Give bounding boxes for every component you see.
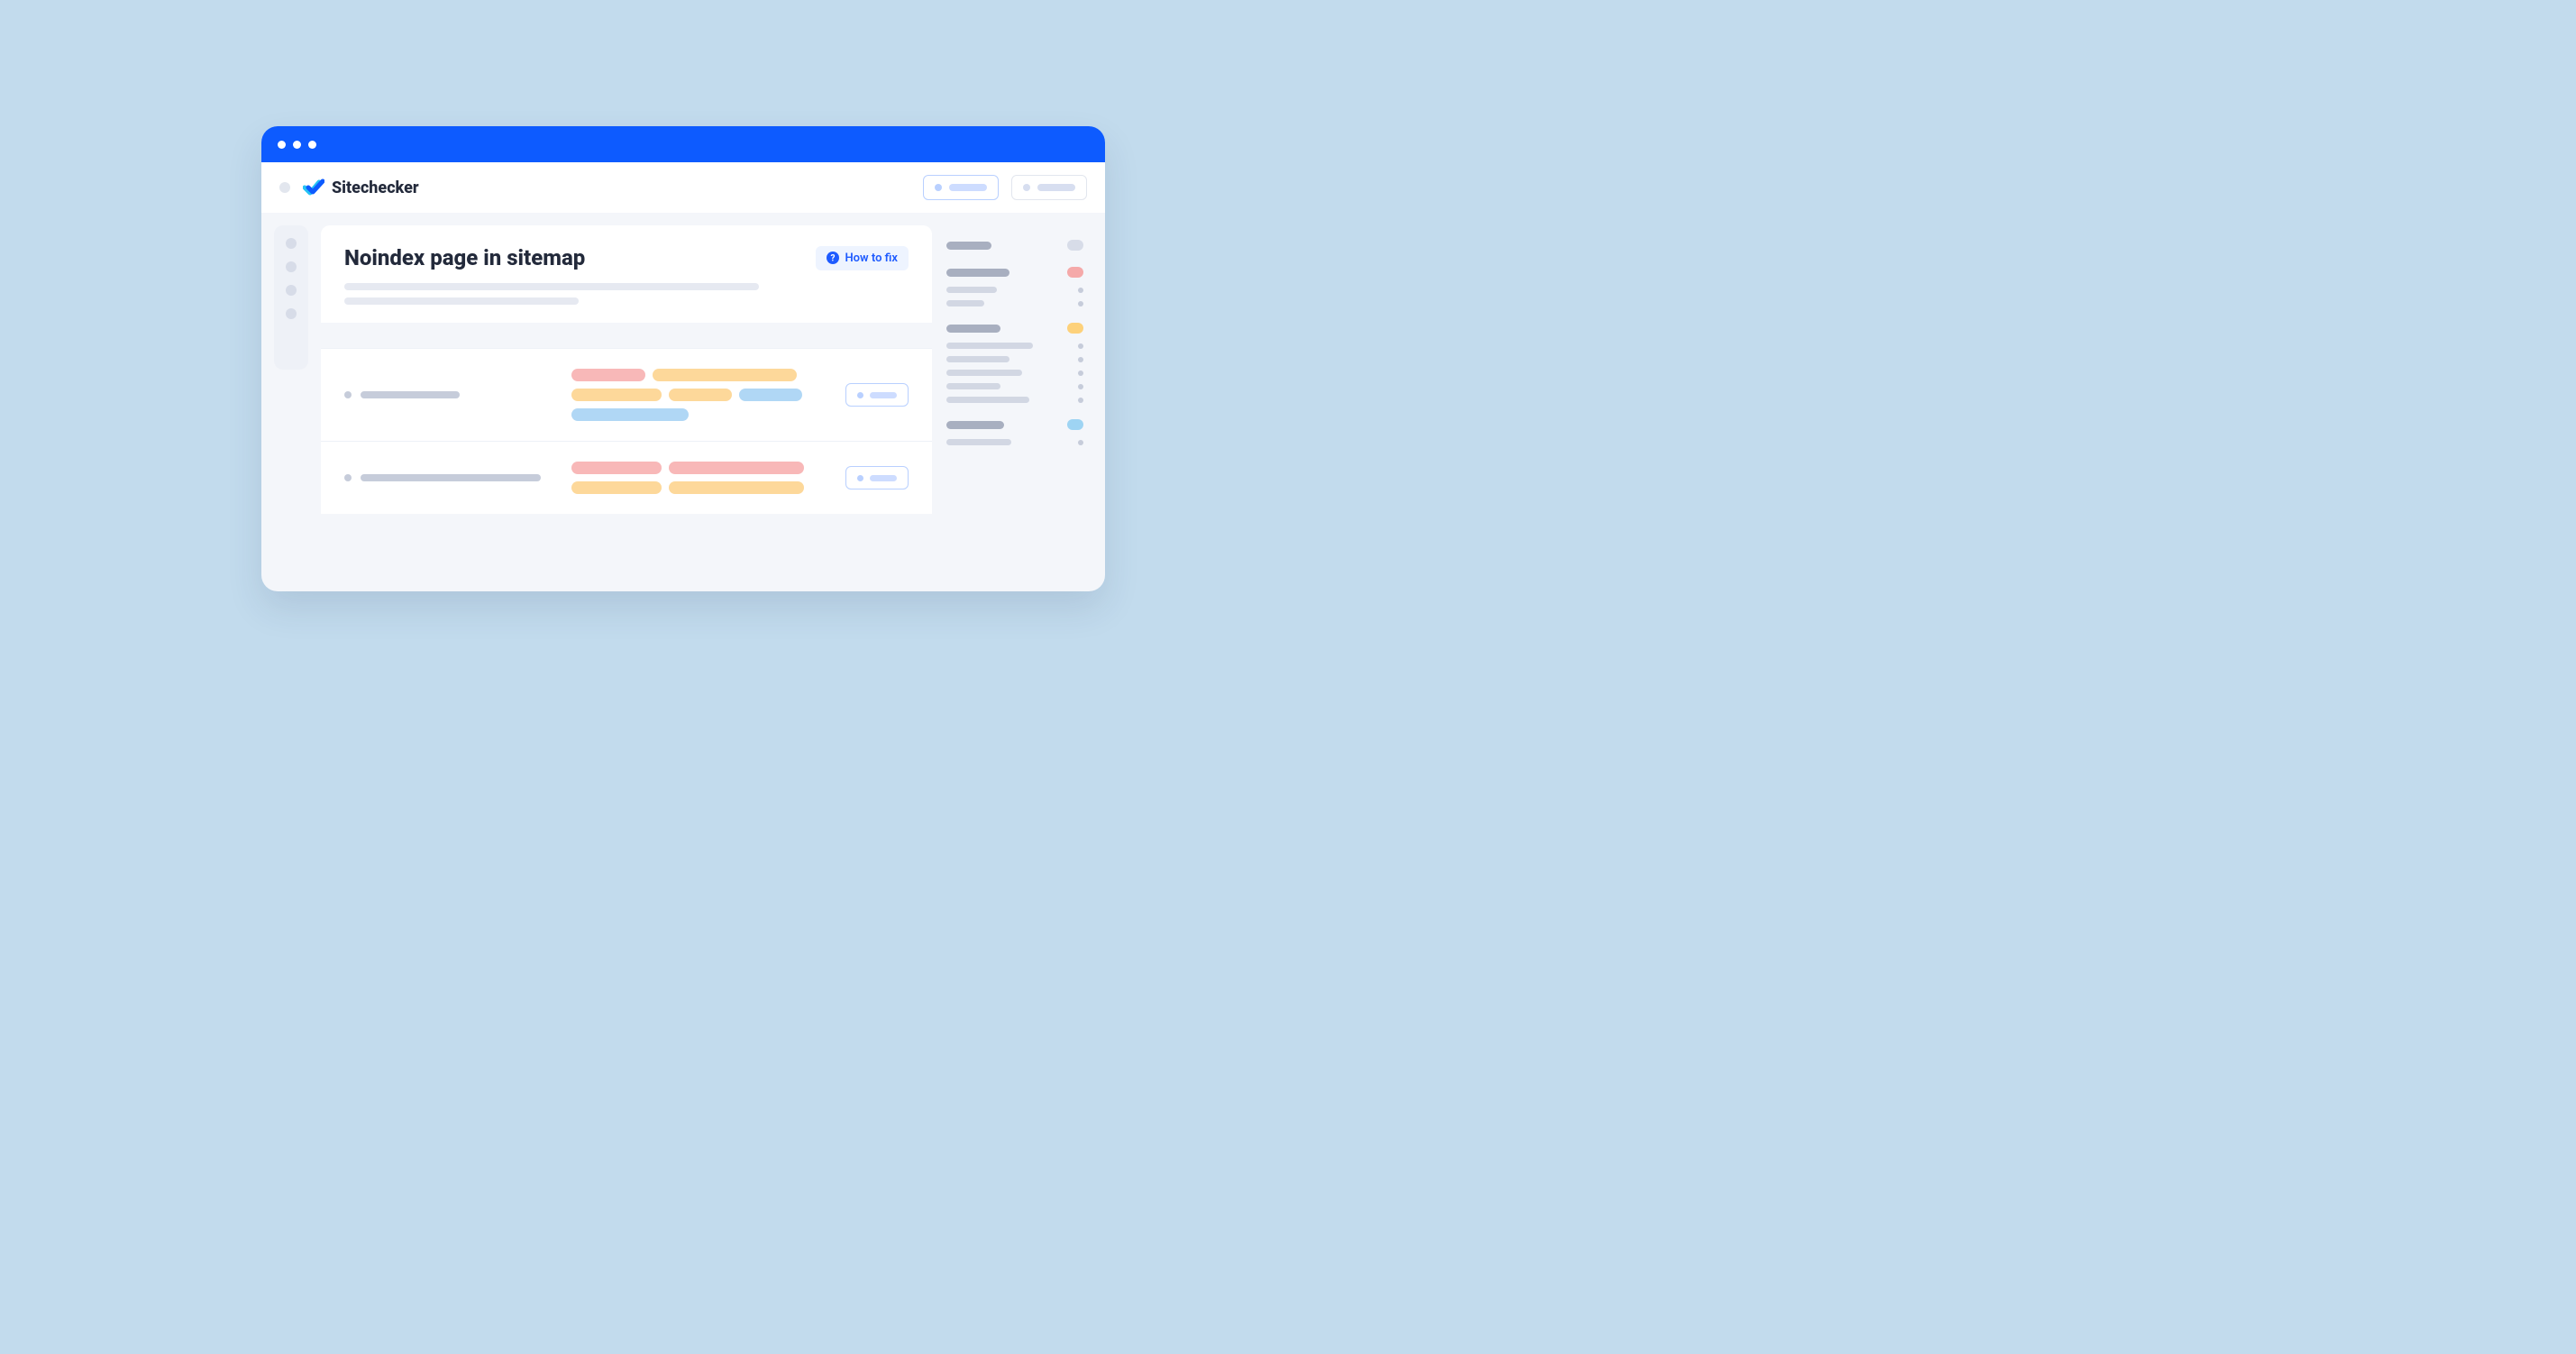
summary-item[interactable] [946,356,1083,362]
tag-pill [571,369,645,381]
app-body: Noindex page in sitemap ? How to fix [261,213,1105,591]
header-action-primary[interactable] [923,175,999,200]
summary-item[interactable] [946,343,1083,349]
window-controls[interactable] [278,141,316,149]
tag-pill [669,389,732,401]
help-icon: ? [827,252,839,264]
row-url-placeholder [344,474,552,481]
group-title-placeholder [946,325,1000,333]
top-bar: Sitechecker [261,162,1105,213]
group-title-placeholder [946,242,991,250]
summary-panel [945,225,1089,591]
row-url-placeholder [344,391,552,398]
how-to-fix-button[interactable]: ? How to fix [816,246,909,270]
svg-text:?: ? [831,254,836,264]
sidebar-nav [274,225,308,370]
summary-group [946,419,1083,445]
issue-row[interactable] [321,441,932,514]
page-title: Noindex page in sitemap [344,245,801,270]
issue-row[interactable] [321,348,932,441]
summary-item[interactable] [946,383,1083,389]
row-action-button[interactable] [845,383,909,407]
row-tags [571,369,824,421]
tag-pill [571,389,662,401]
tag-pill [571,408,689,421]
summary-group [946,323,1083,403]
placeholder-bar [1037,184,1075,191]
placeholder-dot [935,184,942,191]
summary-item[interactable] [946,300,1083,306]
group-title-placeholder [946,421,1004,429]
window-control-dot[interactable] [293,141,301,149]
window-titlebar [261,126,1105,162]
brand-logo[interactable]: Sitechecker [303,178,419,197]
placeholder-dot [1023,184,1030,191]
status-badge [1067,323,1083,334]
placeholder-bar [949,184,987,191]
tag-pill [669,462,804,474]
sidebar-item[interactable] [286,308,297,319]
status-badge [1067,419,1083,430]
header-action-secondary[interactable] [1011,175,1087,200]
status-badge [1067,240,1083,251]
window-control-dot[interactable] [308,141,316,149]
how-to-fix-label: How to fix [845,252,898,265]
status-badge [1067,267,1083,278]
summary-item[interactable] [946,397,1083,403]
row-action-button[interactable] [845,466,909,489]
summary-item[interactable] [946,287,1083,293]
app-window: Sitechecker Noindex page in sitemap [261,126,1105,591]
summary-group [946,240,1083,251]
sidebar-item[interactable] [286,261,297,272]
tag-pill [571,481,662,494]
sidebar-item[interactable] [286,238,297,249]
tag-pill [669,481,804,494]
main-header: Noindex page in sitemap ? How to fix [321,225,932,323]
summary-item[interactable] [946,370,1083,376]
tag-pill [739,389,802,401]
window-control-dot[interactable] [278,141,286,149]
tag-pill [571,462,662,474]
tag-pill [653,369,797,381]
group-title-placeholder [946,269,1009,277]
main-panel: Noindex page in sitemap ? How to fix [321,225,932,591]
checkmark-icon [303,178,324,197]
issue-list [321,323,932,514]
menu-toggle[interactable] [279,182,290,193]
row-tags [571,462,824,494]
summary-item[interactable] [946,439,1083,445]
summary-group [946,267,1083,306]
brand-name: Sitechecker [332,178,419,197]
sidebar-item[interactable] [286,285,297,296]
page-description-placeholder [344,283,909,305]
